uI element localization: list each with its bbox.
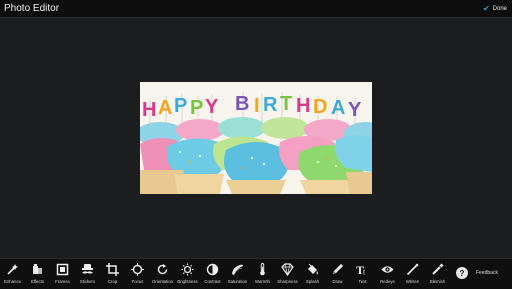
svg-text:Y: Y: [205, 96, 219, 118]
tool-label: Brightness: [177, 279, 198, 284]
svg-text:A: A: [331, 97, 345, 119]
frame-icon: [56, 263, 69, 276]
svg-text:A: A: [158, 97, 172, 119]
feedback-label: Feedback: [476, 270, 498, 276]
tool-effects[interactable]: Effects: [25, 259, 50, 289]
tools-toolbar: Enhance Effects Frames Stickers Crop Foc…: [0, 258, 512, 289]
magic-wand-icon: [7, 264, 18, 275]
tool-label: Frames: [55, 279, 70, 284]
tool-label: Stickers: [79, 279, 96, 284]
tool-text[interactable]: T t Text: [350, 259, 375, 289]
svg-text:H: H: [296, 95, 310, 117]
whiten-wand-icon: [406, 263, 419, 276]
tool-blemish[interactable]: Blemish: [425, 259, 450, 289]
thermometer-icon: [260, 263, 265, 276]
crop-icon: [106, 263, 119, 276]
tool-label: Contrast: [204, 279, 221, 284]
brightness-icon: [181, 263, 194, 276]
paint-bucket-icon: [308, 263, 318, 275]
done-button[interactable]: ✔ Done: [481, 1, 509, 16]
saturation-icon: [232, 264, 243, 275]
tool-orientation[interactable]: Orientation: [150, 259, 175, 289]
app-title: Photo Editor: [4, 3, 60, 14]
svg-text:R: R: [263, 94, 278, 116]
tool-label: Enhance: [4, 279, 21, 284]
tool-label: Redeye: [380, 279, 395, 284]
diamond-icon: [281, 263, 294, 276]
svg-text:D: D: [313, 96, 327, 118]
cupcakes-image: H A P P Y B I R T H D A Y: [140, 82, 372, 194]
tool-saturation[interactable]: Saturation: [225, 259, 250, 289]
svg-text:H: H: [142, 99, 156, 121]
tool-label: Crop: [107, 279, 118, 284]
tool-label: Blemish: [429, 279, 446, 284]
tool-crop[interactable]: Crop: [100, 259, 125, 289]
text-icon: T t: [356, 263, 366, 277]
eye-icon: [381, 266, 394, 273]
photo-preview[interactable]: H A P P Y B I R T H D A Y: [140, 82, 372, 194]
rotate-icon: [157, 264, 168, 275]
contrast-icon: [206, 263, 219, 276]
tool-label: Splash: [305, 279, 320, 284]
svg-text:P: P: [174, 95, 187, 117]
checkmark-icon: ✔: [482, 4, 490, 13]
tool-label: Focus: [131, 279, 144, 284]
tool-enhance[interactable]: Enhance: [0, 259, 25, 289]
tool-label: Saturation: [227, 279, 248, 284]
svg-text:I: I: [254, 95, 260, 117]
effects-icon: [33, 264, 42, 274]
tool-frames[interactable]: Frames: [50, 259, 75, 289]
tool-label: Whiten: [405, 279, 420, 284]
tool-focus[interactable]: Focus: [125, 259, 150, 289]
done-label: Done: [492, 5, 507, 12]
tool-label: Warmth: [255, 279, 270, 284]
svg-text:B: B: [235, 93, 249, 115]
blemish-brush-icon: [432, 263, 444, 275]
tool-contrast[interactable]: Contrast: [200, 259, 225, 289]
tool-label: Text: [358, 279, 367, 284]
tool-whiten[interactable]: Whiten: [400, 259, 425, 289]
tool-brightness[interactable]: Brightness: [175, 259, 200, 289]
pencil-icon: [333, 264, 343, 274]
svg-text:P: P: [190, 97, 203, 119]
svg-text:T: T: [280, 93, 292, 115]
help-icon: ?: [456, 267, 468, 279]
tool-redeye[interactable]: Redeye: [375, 259, 400, 289]
tool-warmth[interactable]: Warmth: [250, 259, 275, 289]
focus-icon: [131, 263, 144, 276]
tool-label: Draw: [332, 279, 343, 284]
tool-label: Effects: [30, 279, 45, 284]
tool-splash[interactable]: Splash: [300, 259, 325, 289]
tool-sharpness[interactable]: Sharpness: [275, 259, 300, 289]
title-bar: Photo Editor ✔ Done: [0, 0, 512, 18]
tool-draw[interactable]: Draw: [325, 259, 350, 289]
svg-text:t: t: [363, 268, 366, 277]
svg-text:Y: Y: [348, 99, 362, 121]
feedback-button[interactable]: ? Feedback: [456, 264, 498, 282]
tool-label: Sharpness: [277, 279, 298, 284]
mustache-sticker-icon: [82, 264, 93, 274]
tool-label: Orientation: [151, 279, 174, 284]
tool-stickers[interactable]: Stickers: [75, 259, 100, 289]
